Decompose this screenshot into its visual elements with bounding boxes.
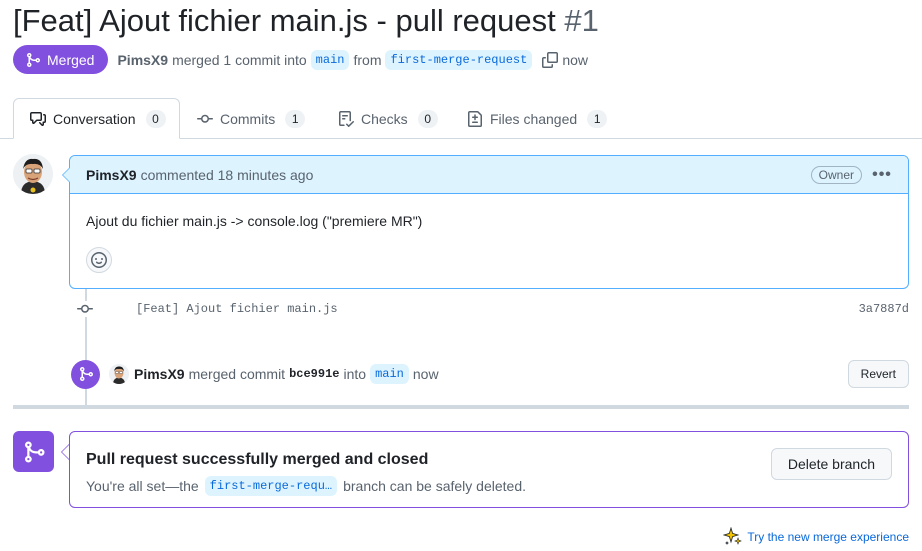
target-branch-label[interactable]: main <box>370 364 409 384</box>
avatar[interactable] <box>13 154 53 194</box>
pr-description-comment: PimsX9 commented 18 minutes ago Owner ••… <box>69 155 909 289</box>
avatar[interactable] <box>109 364 129 384</box>
merge-event-badge <box>71 359 100 389</box>
comment-timestamp[interactable]: commented 18 minutes ago <box>141 167 314 183</box>
comment-author-link[interactable]: PimsX9 <box>86 167 137 183</box>
tab-conversation-label: Conversation <box>53 110 136 127</box>
add-reaction-button[interactable] <box>86 247 112 273</box>
pr-number: #1 <box>564 3 599 38</box>
tab-conversation[interactable]: Conversation 0 <box>13 98 180 139</box>
merged-panel-pointer-inner <box>62 445 69 459</box>
revert-button[interactable]: Revert <box>847 360 909 388</box>
comment-header: PimsX9 commented 18 minutes ago Owner ••… <box>70 156 908 194</box>
tab-commits[interactable]: Commits 1 <box>197 98 306 139</box>
commit-sha-link[interactable]: 3a7887d <box>859 302 909 316</box>
merge-commit-sha-link[interactable]: bce991e <box>289 367 339 381</box>
merged-badge-label: Merged <box>47 51 95 68</box>
pr-title: [Feat] Ajout fichier main.js - pull requ… <box>13 2 599 40</box>
head-branch-label[interactable]: first-merge-request <box>385 49 533 70</box>
head-branch-label[interactable]: first-merge-requ… <box>204 476 338 496</box>
tab-files-changed-count: 1 <box>587 109 608 128</box>
merged-status-icon <box>13 431 54 472</box>
git-commit-icon <box>197 114 213 123</box>
into-text: into <box>343 366 367 382</box>
comment-body: Ajout du fichier main.js -> console.log … <box>86 213 423 229</box>
merged-panel: Pull request successfully merged and clo… <box>69 431 909 508</box>
try-new-merge-experience-link[interactable]: Try the new merge experience <box>723 527 909 547</box>
merged-commit-text: merged commit <box>188 366 286 382</box>
copy-icon[interactable] <box>542 51 559 68</box>
merged-panel-title: Pull request successfully merged and clo… <box>86 451 429 468</box>
git-merge-icon <box>24 441 45 462</box>
tab-checks-label: Checks <box>361 110 408 127</box>
merged-panel-subtitle: You're all set—the first-merge-requ… bra… <box>86 476 526 496</box>
sparkle-icon <box>723 527 743 545</box>
comment-discussion-icon <box>30 111 46 126</box>
merged-time: now <box>562 51 588 68</box>
timeline-merge-event: PimsX9 merged commit bce991e into main n… <box>71 358 909 390</box>
tab-conversation-count: 0 <box>145 109 166 128</box>
try-link-label: Try the new merge experience <box>747 530 909 544</box>
merged-panel-text-before: You're all set—the <box>86 478 199 494</box>
tab-commits-count: 1 <box>285 109 306 128</box>
checklist-icon <box>339 110 354 127</box>
delete-branch-button[interactable]: Delete branch <box>770 448 892 480</box>
merge-time: now <box>412 366 439 382</box>
commit-message-link[interactable]: [Feat] Ajout fichier main.js <box>136 302 338 316</box>
timeline-divider <box>13 405 909 409</box>
tab-files-changed[interactable]: Files changed 1 <box>467 98 608 139</box>
comment-pointer-inner <box>63 168 70 182</box>
pr-status-row: Merged PimsX9 merged 1 commit into main … <box>13 45 588 74</box>
merged-panel-text-after: branch can be safely deleted. <box>343 478 526 494</box>
pr-author-link[interactable]: PimsX9 <box>117 52 168 68</box>
tab-files-changed-label: Files changed <box>490 110 578 127</box>
smiley-icon <box>91 252 107 268</box>
git-commit-icon <box>77 301 93 317</box>
tab-checks[interactable]: Checks 0 <box>338 98 438 139</box>
merged-commit-text: merged 1 commit into <box>172 51 307 68</box>
pr-title-text: [Feat] Ajout fichier main.js - pull requ… <box>13 3 556 38</box>
pr-tabs: Conversation 0 Commits 1 Checks 0 Files … <box>0 98 922 139</box>
merged-state-badge: Merged <box>13 45 109 74</box>
file-diff-icon <box>468 110 482 127</box>
from-text: from <box>353 51 382 68</box>
merge-author-link[interactable]: PimsX9 <box>134 366 185 382</box>
tab-commits-label: Commits <box>220 110 276 127</box>
tab-checks-count: 0 <box>417 109 438 128</box>
owner-badge: Owner <box>810 165 862 184</box>
timeline-commit: [Feat] Ajout fichier main.js 3a7887d <box>69 299 909 319</box>
base-branch-label[interactable]: main <box>310 49 350 70</box>
git-merge-icon <box>27 52 41 67</box>
comment-menu-button[interactable]: ••• <box>872 166 892 184</box>
git-merge-icon <box>79 367 93 381</box>
